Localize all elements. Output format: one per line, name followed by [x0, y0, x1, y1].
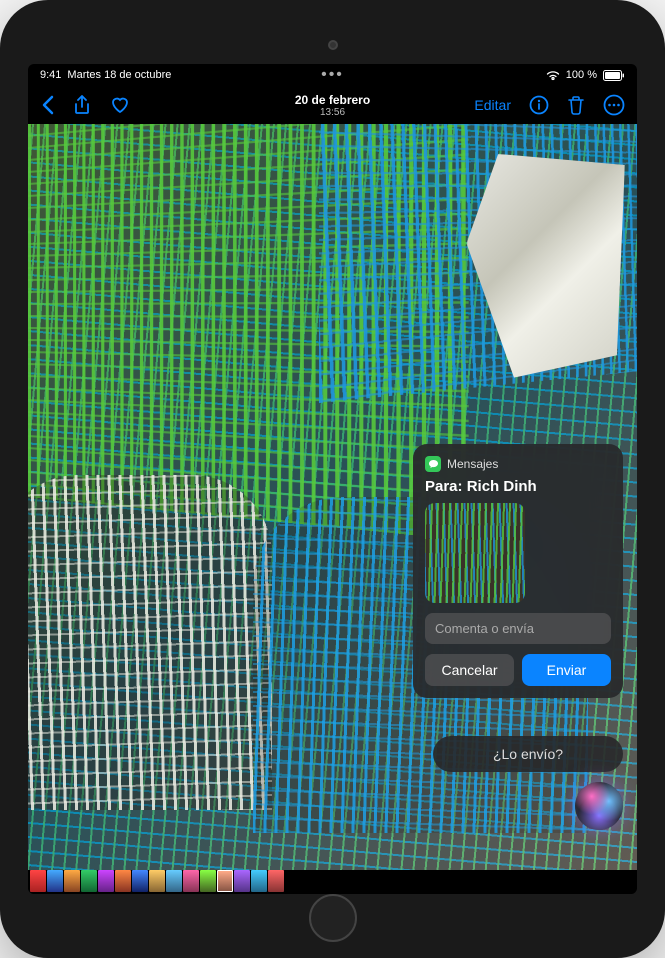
thumbnail[interactable] [166, 870, 182, 892]
photos-nav-bar: 20 de febrero 13:56 Editar [28, 86, 637, 124]
home-button[interactable] [309, 894, 357, 942]
app-name-label: Mensajes [447, 457, 498, 471]
recipient-name: Rich Dinh [467, 478, 537, 495]
recipient-line: Para: Rich Dinh [425, 478, 611, 495]
status-date: Martes 18 de octubre [67, 69, 171, 81]
thumbnail[interactable] [115, 870, 131, 892]
thumbnail[interactable] [234, 870, 250, 892]
cancel-button[interactable]: Cancelar [425, 654, 514, 686]
info-icon[interactable] [529, 95, 549, 115]
front-camera [328, 40, 338, 50]
screen: 9:41 Martes 18 de octubre ••• 100 % [28, 64, 637, 894]
thumbnail[interactable] [200, 870, 216, 892]
thumbnail[interactable] [30, 870, 46, 892]
thumbnail-selected[interactable] [217, 870, 233, 892]
thumbnail[interactable] [81, 870, 97, 892]
photo-date-label: 20 de febrero 13:56 [295, 93, 370, 118]
favorite-heart-icon[interactable] [110, 96, 130, 114]
back-chevron-icon[interactable] [40, 95, 54, 115]
siri-compose-card: Mensajes Para: Rich Dinh Cancelar Enviar [413, 444, 623, 698]
status-bar: 9:41 Martes 18 de octubre ••• 100 % [28, 64, 637, 86]
thumbnail[interactable] [98, 870, 114, 892]
thumbnail[interactable] [47, 870, 63, 892]
attachment-thumbnail[interactable] [425, 503, 525, 603]
siri-followup: ¿Lo envío? [433, 736, 623, 830]
thumbnail[interactable] [64, 870, 80, 892]
thumbnail[interactable] [132, 870, 148, 892]
siri-prompt-bubble: ¿Lo envío? [433, 736, 623, 772]
ipad-frame: 9:41 Martes 18 de octubre ••• 100 % [0, 0, 665, 958]
send-button[interactable]: Enviar [522, 654, 611, 686]
edit-button[interactable]: Editar [474, 97, 511, 113]
thumbnail[interactable] [183, 870, 199, 892]
message-input[interactable] [425, 613, 611, 644]
thumbnail[interactable] [251, 870, 267, 892]
messages-app-icon [425, 456, 441, 472]
status-time: 9:41 [40, 69, 61, 81]
siri-orb-icon[interactable] [575, 782, 623, 830]
thumbnail-strip[interactable] [28, 870, 637, 894]
share-icon[interactable] [74, 95, 90, 115]
battery-percent: 100 % [566, 69, 597, 81]
trash-icon[interactable] [567, 95, 585, 115]
more-ellipsis-icon[interactable] [603, 94, 625, 116]
thumbnail[interactable] [268, 870, 284, 892]
wifi-icon [546, 70, 560, 81]
multitasking-dots-icon[interactable]: ••• [321, 66, 344, 84]
thumbnail[interactable] [149, 870, 165, 892]
battery-icon [603, 70, 625, 81]
